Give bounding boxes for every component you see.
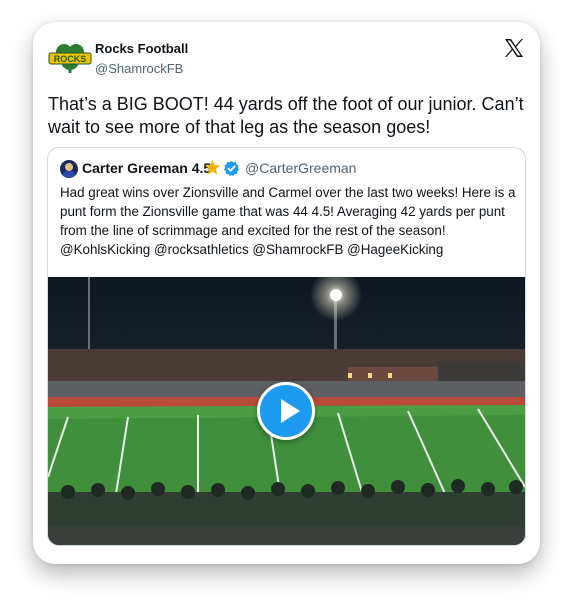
author-handle[interactable]: @ShamrockFB: [95, 61, 183, 76]
avatar-logo-text: ROCKS: [54, 54, 87, 64]
verified-badge-icon: [223, 160, 240, 177]
tweet-text: That’s a BIG BOOT! 44 yards off the foot…: [48, 94, 524, 137]
quoted-tweet-text: Had great wins over Zionsville and Carme…: [60, 185, 516, 257]
quoted-tweet[interactable]: Carter Greeman 4.5 @CarterGreeman Had gr…: [47, 147, 526, 546]
quoted-author-handle[interactable]: @CarterGreeman: [245, 160, 356, 176]
play-icon: [281, 399, 300, 423]
quoted-author-name[interactable]: Carter Greeman 4.5: [82, 160, 211, 176]
shamrock-logo-icon: ROCKS: [48, 44, 92, 73]
quoted-author-avatar[interactable]: [60, 160, 78, 178]
play-button[interactable]: [257, 382, 315, 440]
author-name[interactable]: Rocks Football: [95, 41, 188, 56]
star-icon: [204, 159, 221, 176]
author-avatar[interactable]: ROCKS: [48, 42, 92, 74]
tweet-card: ROCKS Rocks Football @ShamrockFB That’s …: [33, 22, 540, 564]
video-thumbnail[interactable]: [48, 269, 525, 545]
x-logo-icon[interactable]: [504, 38, 524, 58]
